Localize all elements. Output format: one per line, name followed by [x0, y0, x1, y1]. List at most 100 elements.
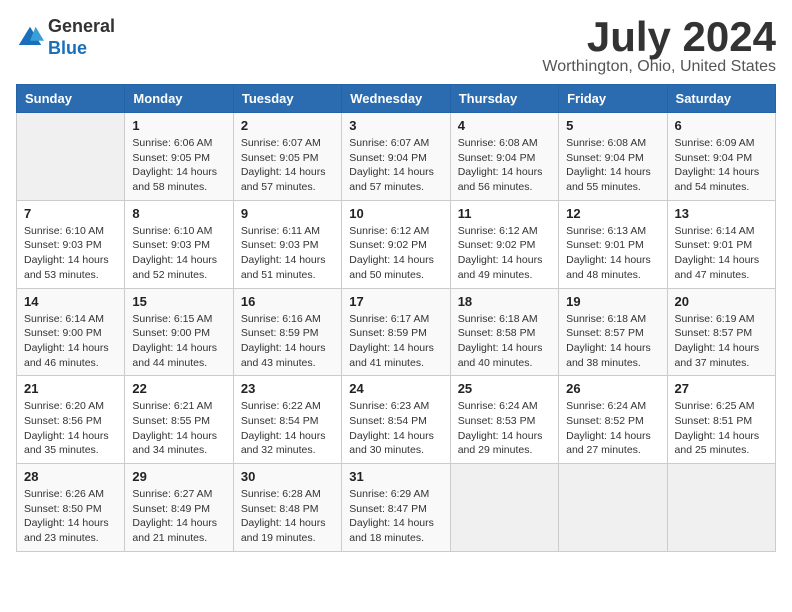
day-cell: 18 Sunrise: 6:18 AMSunset: 8:58 PMDayligh…	[450, 288, 558, 376]
day-number: 3	[349, 118, 442, 133]
day-cell: 31 Sunrise: 6:29 AMSunset: 8:47 PMDayligh…	[342, 464, 450, 552]
day-info: Sunrise: 6:10 AMSunset: 9:03 PMDaylight:…	[132, 224, 225, 283]
location-title: Worthington, Ohio, United States	[542, 58, 776, 76]
day-cell: 25Sunrise: 6:24 AMSunset: 8:53 PMDayligh…	[450, 376, 558, 464]
day-number: 27	[675, 381, 768, 396]
day-cell: 5 Sunrise: 6:08 AMSunset: 9:04 PMDaylight…	[559, 113, 667, 201]
calendar-header: SundayMondayTuesdayWednesdayThursdayFrid…	[17, 85, 776, 113]
day-cell: 6 Sunrise: 6:09 AMSunset: 9:04 PMDaylight…	[667, 113, 775, 201]
calendar-body: 1Sunrise: 6:06 AMSunset: 9:05 PMDaylight…	[17, 113, 776, 552]
day-cell	[17, 113, 125, 201]
day-cell: 2Sunrise: 6:07 AMSunset: 9:05 PMDaylight…	[233, 113, 341, 201]
day-info: Sunrise: 6:11 AMSunset: 9:03 PMDaylight:…	[241, 224, 334, 283]
day-number: 30	[241, 469, 334, 484]
day-info: Sunrise: 6:18 AMSunset: 8:58 PMDaylight:…	[458, 312, 551, 371]
day-cell: 9 Sunrise: 6:11 AMSunset: 9:03 PMDaylight…	[233, 200, 341, 288]
logo-icon	[16, 24, 44, 52]
day-number: 13	[675, 206, 768, 221]
day-info: Sunrise: 6:25 AMSunset: 8:51 PMDaylight:…	[675, 399, 768, 458]
day-info: Sunrise: 6:08 AMSunset: 9:04 PMDaylight:…	[566, 136, 659, 195]
day-number: 22	[132, 381, 225, 396]
day-number: 9	[241, 206, 334, 221]
day-number: 24	[349, 381, 442, 396]
day-cell: 15 Sunrise: 6:15 AMSunset: 9:00 PMDayligh…	[125, 288, 233, 376]
day-info: Sunrise: 6:26 AMSunset: 8:50 PMDaylight:…	[24, 487, 117, 546]
day-cell: 29Sunrise: 6:27 AMSunset: 8:49 PMDayligh…	[125, 464, 233, 552]
day-cell: 7 Sunrise: 6:10 AMSunset: 9:03 PMDaylight…	[17, 200, 125, 288]
day-cell: 1Sunrise: 6:06 AMSunset: 9:05 PMDaylight…	[125, 113, 233, 201]
day-number: 26	[566, 381, 659, 396]
logo-blue-text: Blue	[48, 38, 87, 58]
header-day-thursday: Thursday	[450, 85, 558, 113]
day-cell: 22Sunrise: 6:21 AMSunset: 8:55 PMDayligh…	[125, 376, 233, 464]
day-number: 29	[132, 469, 225, 484]
day-info: Sunrise: 6:12 AMSunset: 9:02 PMDaylight:…	[458, 224, 551, 283]
day-cell: 17 Sunrise: 6:17 AMSunset: 8:59 PMDayligh…	[342, 288, 450, 376]
day-info: Sunrise: 6:24 AMSunset: 8:52 PMDaylight:…	[566, 399, 659, 458]
day-number: 21	[24, 381, 117, 396]
day-info: Sunrise: 6:09 AMSunset: 9:04 PMDaylight:…	[675, 136, 768, 195]
day-cell: 27 Sunrise: 6:25 AMSunset: 8:51 PMDayligh…	[667, 376, 775, 464]
day-info: Sunrise: 6:07 AMSunset: 9:04 PMDaylight:…	[349, 136, 442, 195]
day-number: 1	[132, 118, 225, 133]
day-number: 17	[349, 294, 442, 309]
day-number: 7	[24, 206, 117, 221]
day-info: Sunrise: 6:20 AMSunset: 8:56 PMDaylight:…	[24, 399, 117, 458]
day-number: 19	[566, 294, 659, 309]
day-cell: 11 Sunrise: 6:12 AMSunset: 9:02 PMDayligh…	[450, 200, 558, 288]
month-title: July 2024	[542, 16, 776, 58]
day-cell: 24Sunrise: 6:23 AMSunset: 8:54 PMDayligh…	[342, 376, 450, 464]
header-row: SundayMondayTuesdayWednesdayThursdayFrid…	[17, 85, 776, 113]
day-number: 2	[241, 118, 334, 133]
day-info: Sunrise: 6:14 AMSunset: 9:01 PMDaylight:…	[675, 224, 768, 283]
day-number: 20	[675, 294, 768, 309]
day-cell: 14Sunrise: 6:14 AMSunset: 9:00 PMDayligh…	[17, 288, 125, 376]
day-number: 14	[24, 294, 117, 309]
day-number: 4	[458, 118, 551, 133]
day-cell: 12Sunrise: 6:13 AMSunset: 9:01 PMDayligh…	[559, 200, 667, 288]
day-info: Sunrise: 6:10 AMSunset: 9:03 PMDaylight:…	[24, 224, 117, 283]
day-cell: 8 Sunrise: 6:10 AMSunset: 9:03 PMDaylight…	[125, 200, 233, 288]
day-info: Sunrise: 6:19 AMSunset: 8:57 PMDaylight:…	[675, 312, 768, 371]
day-info: Sunrise: 6:13 AMSunset: 9:01 PMDaylight:…	[566, 224, 659, 283]
day-info: Sunrise: 6:12 AMSunset: 9:02 PMDaylight:…	[349, 224, 442, 283]
page-header: General Blue July 2024 Worthington, Ohio…	[16, 16, 776, 76]
day-cell	[450, 464, 558, 552]
day-cell: 4 Sunrise: 6:08 AMSunset: 9:04 PMDaylight…	[450, 113, 558, 201]
day-number: 28	[24, 469, 117, 484]
day-info: Sunrise: 6:29 AMSunset: 8:47 PMDaylight:…	[349, 487, 442, 546]
header-day-sunday: Sunday	[17, 85, 125, 113]
day-cell: 19 Sunrise: 6:18 AMSunset: 8:57 PMDayligh…	[559, 288, 667, 376]
day-cell: 30 Sunrise: 6:28 AMSunset: 8:48 PMDayligh…	[233, 464, 341, 552]
day-cell: 28 Sunrise: 6:26 AMSunset: 8:50 PMDayligh…	[17, 464, 125, 552]
day-cell: 21 Sunrise: 6:20 AMSunset: 8:56 PMDayligh…	[17, 376, 125, 464]
header-day-wednesday: Wednesday	[342, 85, 450, 113]
week-row-5: 28 Sunrise: 6:26 AMSunset: 8:50 PMDayligh…	[17, 464, 776, 552]
day-number: 25	[458, 381, 551, 396]
day-cell: 13 Sunrise: 6:14 AMSunset: 9:01 PMDayligh…	[667, 200, 775, 288]
day-number: 6	[675, 118, 768, 133]
day-info: Sunrise: 6:28 AMSunset: 8:48 PMDaylight:…	[241, 487, 334, 546]
day-number: 31	[349, 469, 442, 484]
day-cell: 23Sunrise: 6:22 AMSunset: 8:54 PMDayligh…	[233, 376, 341, 464]
header-day-friday: Friday	[559, 85, 667, 113]
day-number: 8	[132, 206, 225, 221]
day-info: Sunrise: 6:15 AMSunset: 9:00 PMDaylight:…	[132, 312, 225, 371]
calendar-table: SundayMondayTuesdayWednesdayThursdayFrid…	[16, 84, 776, 552]
day-number: 16	[241, 294, 334, 309]
day-info: Sunrise: 6:18 AMSunset: 8:57 PMDaylight:…	[566, 312, 659, 371]
day-info: Sunrise: 6:17 AMSunset: 8:59 PMDaylight:…	[349, 312, 442, 371]
day-number: 11	[458, 206, 551, 221]
day-cell: 20 Sunrise: 6:19 AMSunset: 8:57 PMDayligh…	[667, 288, 775, 376]
logo: General Blue	[16, 16, 115, 59]
week-row-3: 14Sunrise: 6:14 AMSunset: 9:00 PMDayligh…	[17, 288, 776, 376]
header-day-monday: Monday	[125, 85, 233, 113]
day-number: 23	[241, 381, 334, 396]
day-number: 15	[132, 294, 225, 309]
header-day-tuesday: Tuesday	[233, 85, 341, 113]
day-cell: 16Sunrise: 6:16 AMSunset: 8:59 PMDayligh…	[233, 288, 341, 376]
day-number: 5	[566, 118, 659, 133]
day-cell: 26 Sunrise: 6:24 AMSunset: 8:52 PMDayligh…	[559, 376, 667, 464]
day-number: 18	[458, 294, 551, 309]
day-info: Sunrise: 6:08 AMSunset: 9:04 PMDaylight:…	[458, 136, 551, 195]
